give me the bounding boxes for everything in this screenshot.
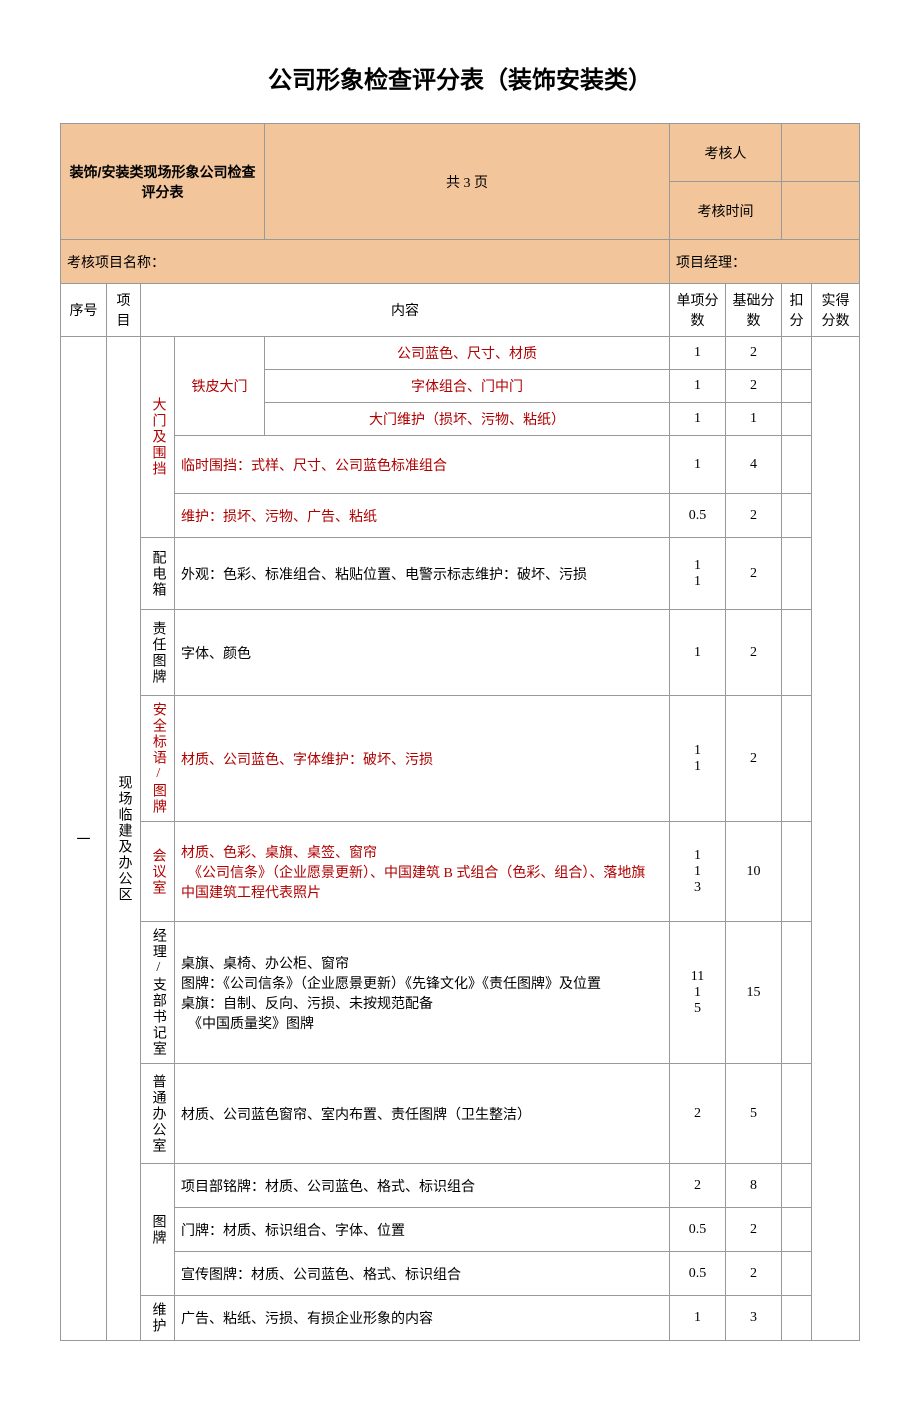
deduct-1[interactable] [782, 370, 812, 403]
sub-general-office: 普通办公室 [141, 1064, 175, 1164]
col-item: 项目 [107, 284, 141, 337]
seq-cell: 一 [61, 337, 107, 1341]
single-10: 2 [670, 1064, 726, 1164]
sub-board: 图牌 [141, 1164, 175, 1296]
content-3: 临时围挡：式样、尺寸、公司蓝色标准组合 [175, 436, 670, 494]
col-deduct: 扣分 [782, 284, 812, 337]
sub-gate: 大门及围挡 [141, 337, 175, 538]
content-7: 材质、公司蓝色、字体维护：破坏、污损 [175, 696, 670, 822]
content-11: 项目部铭牌：材质、公司蓝色、格式、标识组合 [175, 1164, 670, 1208]
deduct-6[interactable] [782, 610, 812, 696]
assessor-label: 考核人 [670, 124, 782, 182]
single-11: 2 [670, 1164, 726, 1208]
base-4: 2 [726, 494, 782, 538]
sub-power-box: 配电箱 [141, 538, 175, 610]
deduct-13[interactable] [782, 1252, 812, 1296]
deduct-5[interactable] [782, 538, 812, 610]
single-1: 1 [670, 370, 726, 403]
pages-cell: 共 3 页 [265, 124, 670, 240]
deduct-0[interactable] [782, 337, 812, 370]
sub-meeting-room: 会议室 [141, 822, 175, 922]
single-0: 1 [670, 337, 726, 370]
content-5: 外观：色彩、标准组合、粘贴位置、电警示标志维护：破坏、污损 [175, 538, 670, 610]
col-single: 单项分数 [670, 284, 726, 337]
content-13: 宣传图牌：材质、公司蓝色、格式、标识组合 [175, 1252, 670, 1296]
base-13: 2 [726, 1252, 782, 1296]
assessor-value[interactable] [782, 124, 860, 182]
base-11: 8 [726, 1164, 782, 1208]
item-cell: 现场临建及办公区 [107, 337, 141, 1341]
deduct-2[interactable] [782, 403, 812, 436]
project-name-label[interactable]: 考核项目名称： [61, 240, 670, 284]
base-14: 3 [726, 1296, 782, 1341]
base-5: 2 [726, 538, 782, 610]
col-base: 基础分数 [726, 284, 782, 337]
label-iron-gate: 铁皮大门 [175, 337, 265, 436]
base-6: 2 [726, 610, 782, 696]
scoring-table: 装饰/安装类现场形象公司检查评分表 共 3 页 考核人 考核时间 考核项目名称：… [60, 123, 860, 1341]
content-14: 广告、粘纸、污损、有损企业形象的内容 [175, 1296, 670, 1341]
base-10: 5 [726, 1064, 782, 1164]
assess-time-label: 考核时间 [670, 182, 782, 240]
deduct-11[interactable] [782, 1164, 812, 1208]
deduct-3[interactable] [782, 436, 812, 494]
base-3: 4 [726, 436, 782, 494]
sub-safety-board: 安全标语/图牌 [141, 696, 175, 822]
single-9: 11 1 5 [670, 922, 726, 1064]
base-1: 2 [726, 370, 782, 403]
content-10: 材质、公司蓝色窗帘、室内布置、责任图牌（卫生整洁） [175, 1064, 670, 1164]
single-14: 1 [670, 1296, 726, 1341]
deduct-9[interactable] [782, 922, 812, 1064]
content-8: 材质、色彩、桌旗、桌签、窗帘 《公司信条》（企业愿景更新）、中国建筑 B 式组合… [175, 822, 670, 922]
sub-manager-room: 经理/支部书记室 [141, 922, 175, 1064]
base-9: 15 [726, 922, 782, 1064]
content-4: 维护：损坏、污物、广告、粘纸 [175, 494, 670, 538]
single-7: 1 1 [670, 696, 726, 822]
single-5: 1 1 [670, 538, 726, 610]
content-9: 桌旗、桌椅、办公柜、窗帘 图牌：《公司信条》（企业愿景更新）《先锋文化》《责任图… [175, 922, 670, 1064]
form-title-cell: 装饰/安装类现场形象公司检查评分表 [61, 124, 265, 240]
sub-maintenance: 维护 [141, 1296, 175, 1341]
base-7: 2 [726, 696, 782, 822]
content-0: 公司蓝色、尺寸、材质 [265, 337, 670, 370]
single-4: 0.5 [670, 494, 726, 538]
assess-time-value[interactable] [782, 182, 860, 240]
single-8: 1 1 3 [670, 822, 726, 922]
single-6: 1 [670, 610, 726, 696]
project-manager-label[interactable]: 项目经理： [670, 240, 860, 284]
col-content: 内容 [141, 284, 670, 337]
single-13: 0.5 [670, 1252, 726, 1296]
single-2: 1 [670, 403, 726, 436]
page-title: 公司形象检查评分表（装饰安装类） [60, 60, 860, 95]
base-0: 2 [726, 337, 782, 370]
col-seq: 序号 [61, 284, 107, 337]
actual-section[interactable] [812, 337, 860, 1341]
deduct-12[interactable] [782, 1208, 812, 1252]
single-3: 1 [670, 436, 726, 494]
col-actual: 实得分数 [812, 284, 860, 337]
deduct-10[interactable] [782, 1064, 812, 1164]
base-12: 2 [726, 1208, 782, 1252]
base-2: 1 [726, 403, 782, 436]
content-6: 字体、颜色 [175, 610, 670, 696]
base-8: 10 [726, 822, 782, 922]
content-2: 大门维护（损坏、污物、粘纸） [265, 403, 670, 436]
deduct-4[interactable] [782, 494, 812, 538]
deduct-8[interactable] [782, 822, 812, 922]
deduct-7[interactable] [782, 696, 812, 822]
single-12: 0.5 [670, 1208, 726, 1252]
deduct-14[interactable] [782, 1296, 812, 1341]
content-1: 字体组合、门中门 [265, 370, 670, 403]
sub-duty-board: 责任图牌 [141, 610, 175, 696]
content-12: 门牌：材质、标识组合、字体、位置 [175, 1208, 670, 1252]
